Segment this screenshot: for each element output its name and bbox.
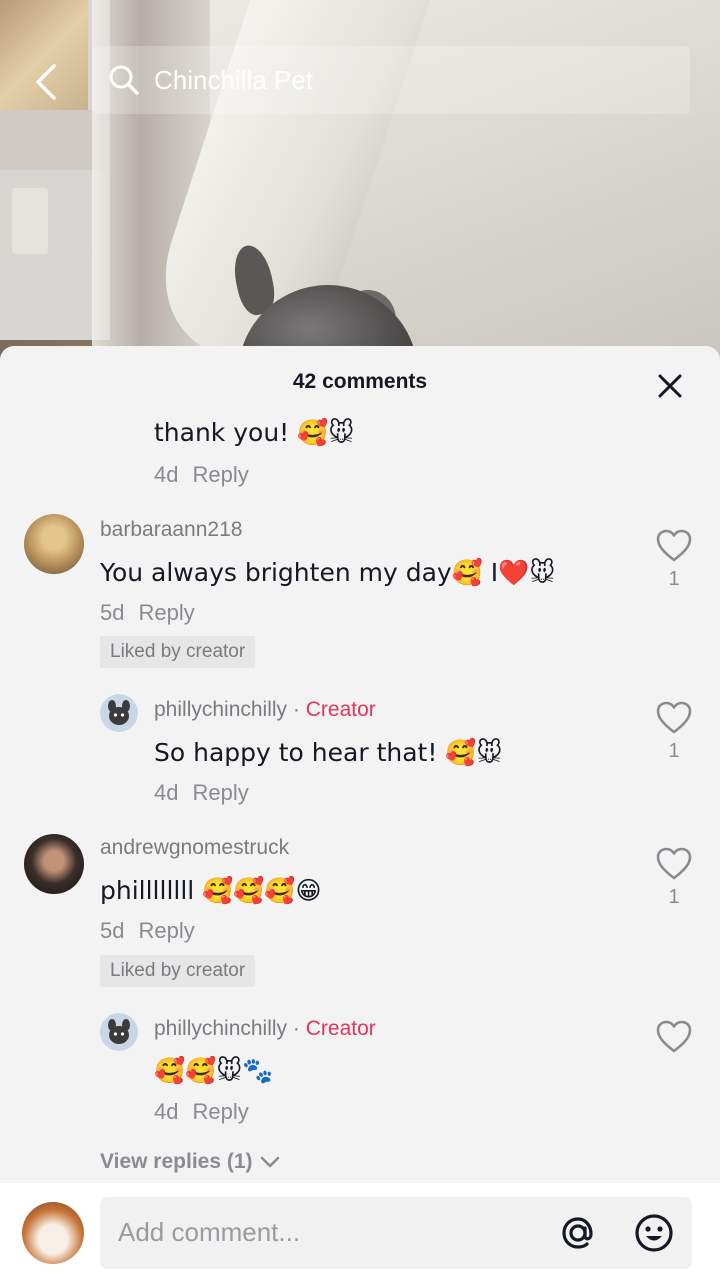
comment-text: So happy to hear that! 🥰🐭 <box>154 738 503 767</box>
heart-icon <box>656 701 692 734</box>
comment-username[interactable]: phillychinchilly <box>154 698 287 721</box>
comment-username[interactable]: barbaraann218 <box>100 518 242 542</box>
avatar[interactable] <box>24 514 84 574</box>
search-query: Chinchilla Pet <box>154 64 313 95</box>
comment-text: You always brighten my day🥰 I❤️🐭 <box>100 558 556 587</box>
avatar[interactable] <box>100 694 138 732</box>
emoji-icon <box>635 1214 673 1252</box>
comment-meta: 4d Reply <box>154 462 249 488</box>
at-mention-icon <box>562 1217 593 1249</box>
comment-age: 5d <box>100 918 125 943</box>
add-comment-placeholder: Add comment... <box>118 1217 301 1247</box>
avatar[interactable] <box>24 834 84 894</box>
comment-username[interactable]: andrewgnomestruck <box>100 836 289 860</box>
wall-outlet <box>12 188 48 254</box>
reply-username-row: phillychinchilly · Creator <box>154 698 376 722</box>
add-comment-input[interactable]: Add comment... <box>100 1197 692 1269</box>
back-arrow-icon <box>36 64 56 100</box>
like-button[interactable] <box>654 844 694 884</box>
separator-dot: · <box>292 1017 300 1040</box>
liked-by-creator-badge: Liked by creator <box>100 955 256 987</box>
like-button[interactable] <box>654 698 694 738</box>
like-button[interactable] <box>654 526 694 566</box>
search-input[interactable]: Chinchilla Pet <box>92 46 690 114</box>
back-button[interactable] <box>28 60 64 104</box>
reply-button[interactable]: Reply <box>138 918 194 943</box>
search-icon <box>109 65 139 95</box>
reply-button[interactable]: Reply <box>138 600 194 625</box>
like-count: 1 <box>668 568 680 590</box>
like-count: 1 <box>668 886 680 908</box>
chevron-down-icon <box>260 1156 279 1168</box>
reply-button[interactable]: Reply <box>192 1099 248 1124</box>
view-replies-label: View replies (1) <box>100 1150 253 1173</box>
chinchilla-avatar-icon <box>108 1019 130 1044</box>
creator-badge: Creator <box>305 1017 376 1040</box>
comment-meta: 4d Reply <box>154 780 249 806</box>
comment-text: phillllllll 🥰🥰🥰😁 <box>100 876 322 905</box>
close-button[interactable] <box>652 368 688 404</box>
close-icon <box>658 374 682 398</box>
comment-text: thank you! 🥰🐭 <box>154 418 355 447</box>
heart-icon <box>656 847 692 880</box>
comment-composer-bar: Add comment... <box>0 1183 720 1281</box>
heart-icon <box>656 529 692 562</box>
separator-dot: · <box>292 698 300 721</box>
comments-count-title: 42 comments <box>292 370 428 393</box>
avatar[interactable] <box>100 1013 138 1051</box>
comment-meta: 4d Reply <box>154 1099 249 1125</box>
comment-meta: 5d Reply <box>100 600 195 626</box>
reply-button[interactable]: Reply <box>192 462 248 487</box>
view-replies-button[interactable]: View replies (1) <box>100 1150 281 1174</box>
reply-username-row: phillychinchilly · Creator <box>154 1017 376 1041</box>
comment-age: 5d <box>100 600 125 625</box>
comments-panel: 42 comments thank you! 🥰🐭 4d Reply barbar… <box>0 346 720 1281</box>
mention-button[interactable] <box>556 1211 600 1255</box>
comment-age: 4d <box>154 462 179 487</box>
comment-text: 🥰🥰🐭🐾 <box>154 1056 274 1085</box>
my-avatar[interactable] <box>22 1202 84 1264</box>
like-button[interactable] <box>654 1017 694 1057</box>
creator-badge: Creator <box>305 698 376 721</box>
comment-age: 4d <box>154 1099 179 1124</box>
heart-icon <box>656 1020 692 1053</box>
comment-username[interactable]: phillychinchilly <box>154 1017 287 1040</box>
emoji-button[interactable] <box>632 1211 676 1255</box>
comment-meta: 5d Reply <box>100 918 195 944</box>
liked-by-creator-badge: Liked by creator <box>100 636 256 668</box>
chinchilla-avatar-icon <box>108 700 130 725</box>
like-count: 1 <box>668 740 680 762</box>
reply-button[interactable]: Reply <box>192 780 248 805</box>
comment-age: 4d <box>154 780 179 805</box>
